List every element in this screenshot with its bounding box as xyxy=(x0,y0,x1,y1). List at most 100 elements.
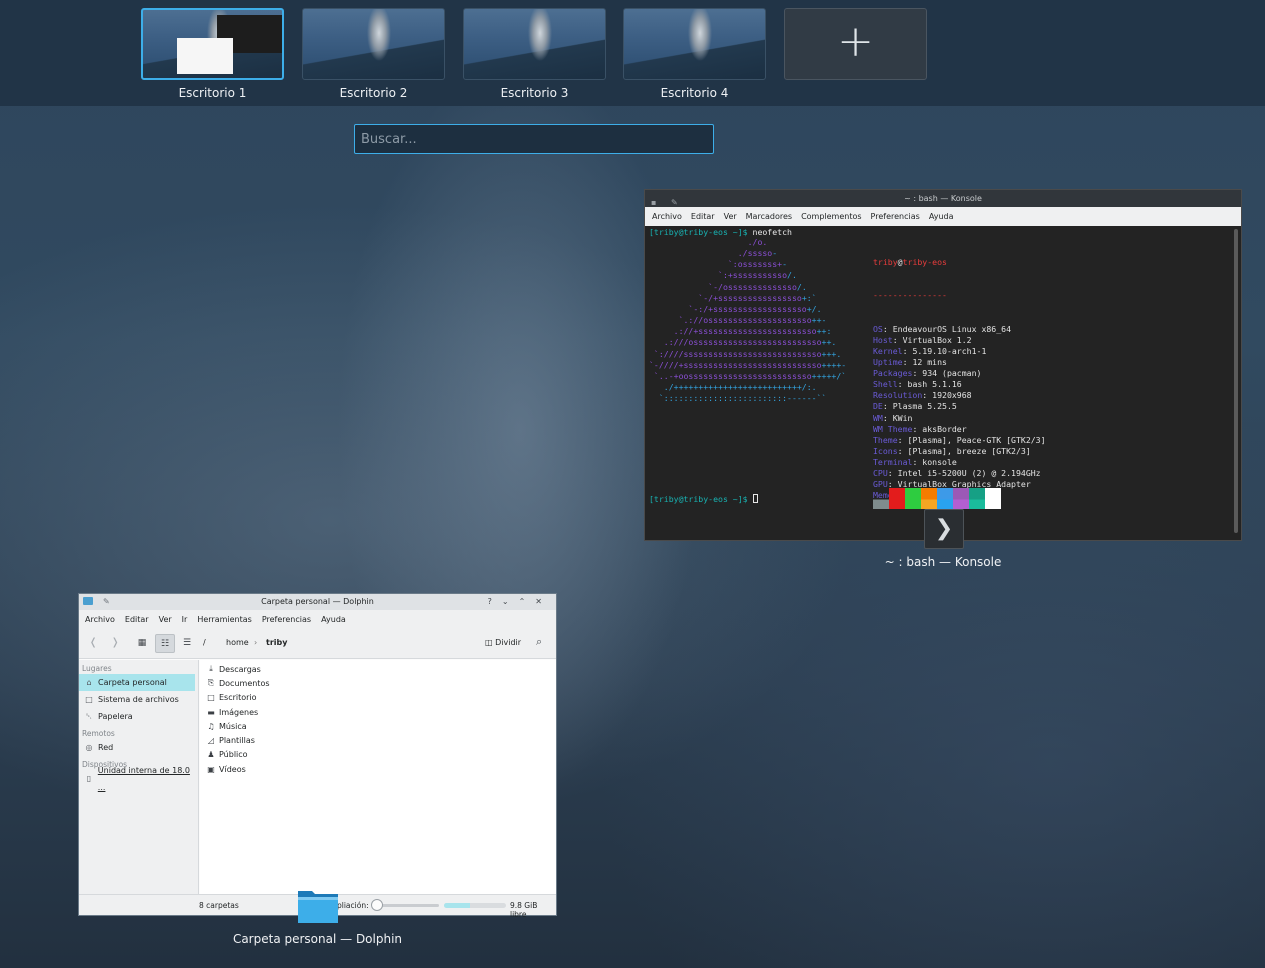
breadcrumb-root[interactable]: / xyxy=(203,638,206,647)
folder-item[interactable]: ⤓ Descargas xyxy=(200,662,556,676)
folder-item[interactable]: ♟ Público xyxy=(200,748,556,762)
folder-item[interactable]: ▣ Vídeos xyxy=(200,762,556,776)
compact-view-icon[interactable]: ☷ xyxy=(155,634,175,653)
documents-folder-icon: ⎘ xyxy=(207,678,215,688)
logo-cyan-part: +++++/` xyxy=(811,370,847,381)
window-buttons[interactable]: ?⌄⌃✕ xyxy=(488,594,552,610)
desktop-4-thumbnail[interactable]: Escritorio 4 xyxy=(623,8,766,108)
info-key: Theme xyxy=(873,434,898,445)
logo-cyan-part: ++. xyxy=(821,337,837,348)
konsole-menu-marcadores[interactable]: Marcadores xyxy=(746,212,792,221)
dolphin-menu-archivo[interactable]: Archivo xyxy=(85,615,115,624)
info-row: CPU: Intel i5-5200U (2) @ 2.194GHz xyxy=(873,468,1046,479)
info-row: WM: KWin xyxy=(873,413,1046,424)
folder-item[interactable]: □ Escritorio xyxy=(200,691,556,705)
info-colon: : xyxy=(912,456,923,467)
info-row: OS: EndeavourOS Linux x86_64 xyxy=(873,324,1046,335)
dolphin-title: Carpeta personal — Dolphin xyxy=(261,597,374,606)
logo-cyan-part: +++. xyxy=(821,348,842,359)
info-colon: : xyxy=(912,423,923,434)
breadcrumb-user[interactable]: triby xyxy=(266,638,287,647)
split-button[interactable]: ◫ Dividir xyxy=(485,638,521,647)
templates-folder-icon: ◿ xyxy=(207,736,215,746)
place-item-root[interactable]: □ Sistema de archivos xyxy=(79,691,198,708)
home-icon: ⌂ xyxy=(86,678,92,687)
details-view-icon[interactable]: ☰ xyxy=(177,634,197,653)
folder-label: Escritorio xyxy=(219,693,257,703)
info-key: Host xyxy=(873,334,893,345)
info-user: triby xyxy=(873,257,898,268)
konsole-titlebar[interactable]: ▪ ✎ ~ : bash — Konsole xyxy=(645,190,1241,207)
search-input[interactable] xyxy=(354,124,714,154)
info-row: Host: VirtualBox 1.2 xyxy=(873,335,1046,346)
terminal-scrollbar[interactable] xyxy=(1234,229,1238,533)
folder-label: Plantillas xyxy=(219,736,255,746)
pin-icon[interactable]: ✎ xyxy=(103,594,110,610)
info-colon: : xyxy=(922,390,933,401)
place-item-trash[interactable]: ␡ Papelera xyxy=(79,708,198,725)
konsole-menu-complementos[interactable]: Complementos xyxy=(801,212,861,221)
terminal-output[interactable]: [triby@triby-eos ~]$ neofetch ./o. ./sss… xyxy=(645,226,1241,540)
dolphin-menu-editar[interactable]: Editar xyxy=(125,615,149,624)
dolphin-menu-ayuda[interactable]: Ayuda xyxy=(321,615,346,624)
info-value: Intel i5-5200U (2) @ 2.194GHz xyxy=(897,467,1041,478)
info-value: bash 5.1.16 xyxy=(907,379,962,390)
place-item-disk[interactable]: ▯ Unidad interna de 18.0 ... xyxy=(79,766,198,792)
breadcrumb-home[interactable]: home xyxy=(226,638,249,647)
zoom-slider[interactable] xyxy=(375,904,439,907)
dolphin-menu-herramientas[interactable]: Herramientas xyxy=(197,615,252,624)
place-item-home[interactable]: ⌂ Carpeta personal xyxy=(79,674,195,691)
info-row: Theme: [Plasma], Peace-GTK [GTK2/3] xyxy=(873,435,1046,446)
file-view[interactable]: ⤓ Descargas ⎘ Documentos □ Escritorio ▬ Imágene… xyxy=(200,660,556,896)
logo-cyan-part: +/. xyxy=(806,303,822,314)
desktop-2-thumbnail[interactable]: Escritorio 2 xyxy=(302,8,445,108)
konsole-app-icon-large: ❯ xyxy=(924,509,964,549)
dolphin-titlebar[interactable]: ✎ Carpeta personal — Dolphin ?⌄⌃✕ xyxy=(79,594,556,610)
forward-icon[interactable]: ❭ xyxy=(111,637,119,648)
folder-item[interactable]: ♫ Música xyxy=(200,719,556,733)
disk-icon: ▯ xyxy=(86,774,92,783)
konsole-menu-archivo[interactable]: Archivo xyxy=(652,212,682,221)
folder-label: Descargas xyxy=(219,664,261,674)
zoom-slider-handle[interactable] xyxy=(371,899,383,911)
folder-item[interactable]: ▬ Imágenes xyxy=(200,705,556,719)
info-value: [Plasma], Peace-GTK [GTK2/3] xyxy=(907,434,1046,445)
logo-cyan-part: ++++- xyxy=(821,359,847,370)
dolphin-window[interactable]: ✎ Carpeta personal — Dolphin ?⌄⌃✕ Archiv… xyxy=(78,593,557,919)
konsole-menu-editar[interactable]: Editar xyxy=(691,212,715,221)
dolphin-menu-ver[interactable]: Ver xyxy=(159,615,172,624)
desktop-3-thumbnail[interactable]: Escritorio 3 xyxy=(463,8,606,108)
search-icon[interactable]: ⌕ xyxy=(536,635,542,649)
folder-item[interactable]: ⎘ Documentos xyxy=(200,676,556,690)
place-label: Unidad interna de 18.0 ... xyxy=(97,765,190,792)
palette-swatch xyxy=(953,488,969,509)
info-value: 934 (pacman) xyxy=(922,368,982,379)
logo-purple-part: `:+sssssssssso xyxy=(649,270,788,281)
icons-view-icon[interactable]: ▦ xyxy=(132,634,152,653)
logo-line: `-:/+sssssssssssssssssso+/. xyxy=(649,304,846,315)
konsole-menu-ayuda[interactable]: Ayuda xyxy=(929,212,954,221)
pin-icon[interactable]: ✎ xyxy=(671,194,678,211)
download-folder-icon: ⤓ xyxy=(209,664,213,674)
logo-line: `..-+oosssssssssssssssssssssssso+++++/` xyxy=(649,371,846,382)
place-item-network[interactable]: ◎ Red xyxy=(79,739,198,756)
konsole-menu-preferencias[interactable]: Preferencias xyxy=(871,212,920,221)
konsole-window[interactable]: ▪ ✎ ~ : bash — Konsole Archivo Editar Ve… xyxy=(644,189,1242,541)
desktop-1-thumbnail[interactable]: Escritorio 1 xyxy=(141,8,284,108)
info-row: Resolution: 1920x968 xyxy=(873,390,1046,401)
add-desktop-button[interactable]: + xyxy=(784,8,927,80)
dolphin-app-icon xyxy=(83,597,93,605)
back-icon[interactable]: ❬ xyxy=(89,637,97,648)
folder-item[interactable]: ◿ Plantillas xyxy=(200,733,556,747)
terminal-cursor xyxy=(752,494,758,503)
dolphin-menu-ir[interactable]: Ir xyxy=(182,615,188,624)
logo-purple-part: `-/ossssssssssssso xyxy=(649,281,797,292)
dolphin-menu-preferencias[interactable]: Preferencias xyxy=(262,615,311,624)
info-key: DE xyxy=(873,401,883,412)
konsole-menu-ver[interactable]: Ver xyxy=(724,212,737,221)
info-key: Icons xyxy=(873,445,898,456)
logo-cyan-part: - xyxy=(772,248,778,259)
place-label: Red xyxy=(98,743,114,752)
logo-purple-part: `.://osssssssssssssssssssso xyxy=(649,315,812,326)
konsole-app-icon: ▪ xyxy=(651,198,657,207)
